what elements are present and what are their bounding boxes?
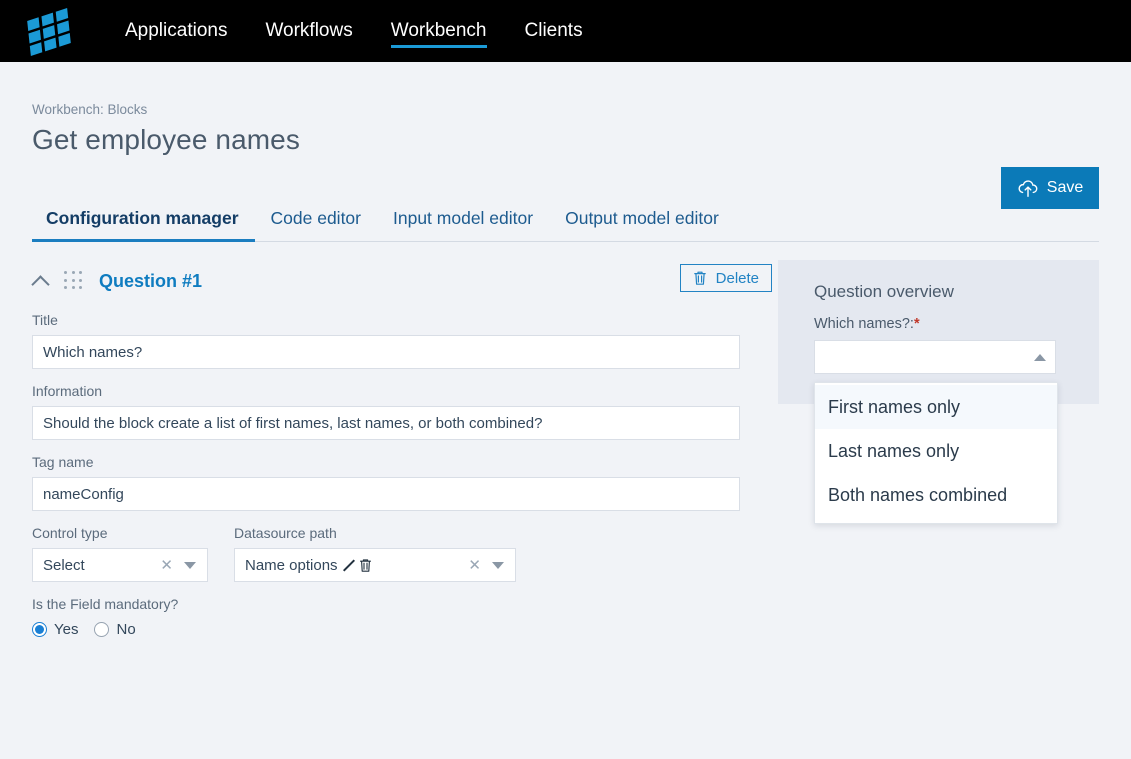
cloud-upload-icon: [1017, 179, 1039, 198]
required-marker: *: [913, 316, 920, 332]
datasource-path-value-wrap: Name options: [245, 557, 468, 574]
question-overview-column: Question overview Which names?:* First n…: [778, 260, 1099, 524]
overview-dropdown-menu: First names only Last names only Both na…: [814, 382, 1058, 524]
delete-question-label: Delete: [715, 269, 759, 287]
radio-label-no: No: [116, 621, 136, 638]
datasource-path-select[interactable]: Name options ✕: [234, 548, 516, 582]
field-control-type: Control type Select ✕: [32, 525, 208, 582]
question-form: Question #1 Delete Title Information: [32, 260, 778, 638]
question-overview-title: Question overview: [814, 282, 954, 301]
radio-label-yes: Yes: [54, 621, 79, 638]
field-tag-name: Tag name: [32, 454, 778, 511]
dropdown-option-first-names-only[interactable]: First names only: [815, 385, 1057, 429]
title-input[interactable]: [32, 335, 740, 369]
save-button[interactable]: Save: [1001, 167, 1099, 209]
selects-row: Control type Select ✕ Datasource path Na…: [32, 525, 778, 582]
field-tag-name-label: Tag name: [32, 454, 94, 470]
tab-output-model-editor[interactable]: Output model editor: [549, 208, 735, 241]
caret-down-icon[interactable]: [492, 561, 504, 569]
radio-option-no[interactable]: No: [94, 621, 136, 638]
field-mandatory: Is the Field mandatory? Yes No: [32, 596, 778, 638]
field-information: Information: [32, 383, 778, 440]
question-header: Question #1: [32, 264, 778, 298]
mandatory-radio-group: Yes No: [32, 621, 778, 638]
nav-item-workbench[interactable]: Workbench: [372, 0, 506, 62]
nav-item-workflows[interactable]: Workflows: [246, 0, 371, 62]
tab-code-editor[interactable]: Code editor: [255, 208, 377, 241]
overview-question-label: Which names?:*: [814, 316, 1065, 332]
tag-name-input[interactable]: [32, 477, 740, 511]
tab-bar: Configuration manager Code editor Input …: [32, 196, 1099, 242]
drag-handle-icon[interactable]: [64, 271, 84, 291]
dropdown-option-last-names-only[interactable]: Last names only: [815, 429, 1057, 473]
clear-icon[interactable]: ✕: [468, 558, 481, 573]
dropdown-option-both-names-combined[interactable]: Both names combined: [815, 473, 1057, 517]
overview-question-text: Which names?:: [814, 316, 914, 332]
save-button-label: Save: [1046, 179, 1084, 196]
trash-icon[interactable]: [359, 558, 372, 573]
radio-dot-yes[interactable]: [32, 622, 47, 637]
nav-item-applications[interactable]: Applications: [106, 0, 246, 62]
tab-configuration-manager[interactable]: Configuration manager: [32, 208, 255, 242]
caret-down-icon[interactable]: [184, 561, 196, 569]
field-control-type-label: Control type: [32, 525, 108, 541]
caret-up-icon[interactable]: [1034, 353, 1046, 361]
breadcrumb: Workbench: Blocks: [32, 102, 148, 117]
field-datasource-path-label: Datasource path: [234, 525, 337, 541]
field-title: Title: [32, 312, 778, 369]
trash-icon: [693, 270, 707, 286]
radio-dot-no[interactable]: [94, 622, 110, 637]
delete-question-button[interactable]: Delete: [679, 264, 772, 292]
overview-answer-select[interactable]: [814, 340, 1056, 374]
tab-input-model-editor[interactable]: Input model editor: [377, 208, 549, 241]
top-navigation-bar: Applications Workflows Workbench Clients: [0, 0, 1131, 62]
radio-option-yes[interactable]: Yes: [32, 621, 78, 638]
chevron-up-icon[interactable]: [32, 272, 50, 290]
page-title: Get employee names: [32, 124, 300, 155]
nav-item-clients[interactable]: Clients: [506, 0, 602, 62]
nav-items: Applications Workflows Workbench Clients: [106, 0, 602, 62]
field-datasource-path: Datasource path Name options ✕: [234, 525, 516, 582]
page-container: Workbench: Blocks Get employee names Sav…: [0, 62, 1131, 638]
question-title: Question #1: [99, 270, 203, 291]
content-area: Question #1 Delete Title Information: [32, 260, 1099, 638]
clear-icon[interactable]: ✕: [160, 558, 173, 573]
information-input[interactable]: [32, 406, 740, 440]
control-type-value: Select: [43, 556, 85, 574]
datasource-path-value: Name options: [245, 556, 338, 574]
app-logo-grid-icon: [27, 8, 71, 56]
field-mandatory-label: Is the Field mandatory?: [32, 596, 179, 612]
field-information-label: Information: [32, 383, 103, 399]
app-logo[interactable]: [24, 8, 80, 56]
pencil-icon[interactable]: [342, 558, 356, 572]
field-title-label: Title: [32, 312, 58, 328]
control-type-select[interactable]: Select ✕: [32, 548, 208, 582]
